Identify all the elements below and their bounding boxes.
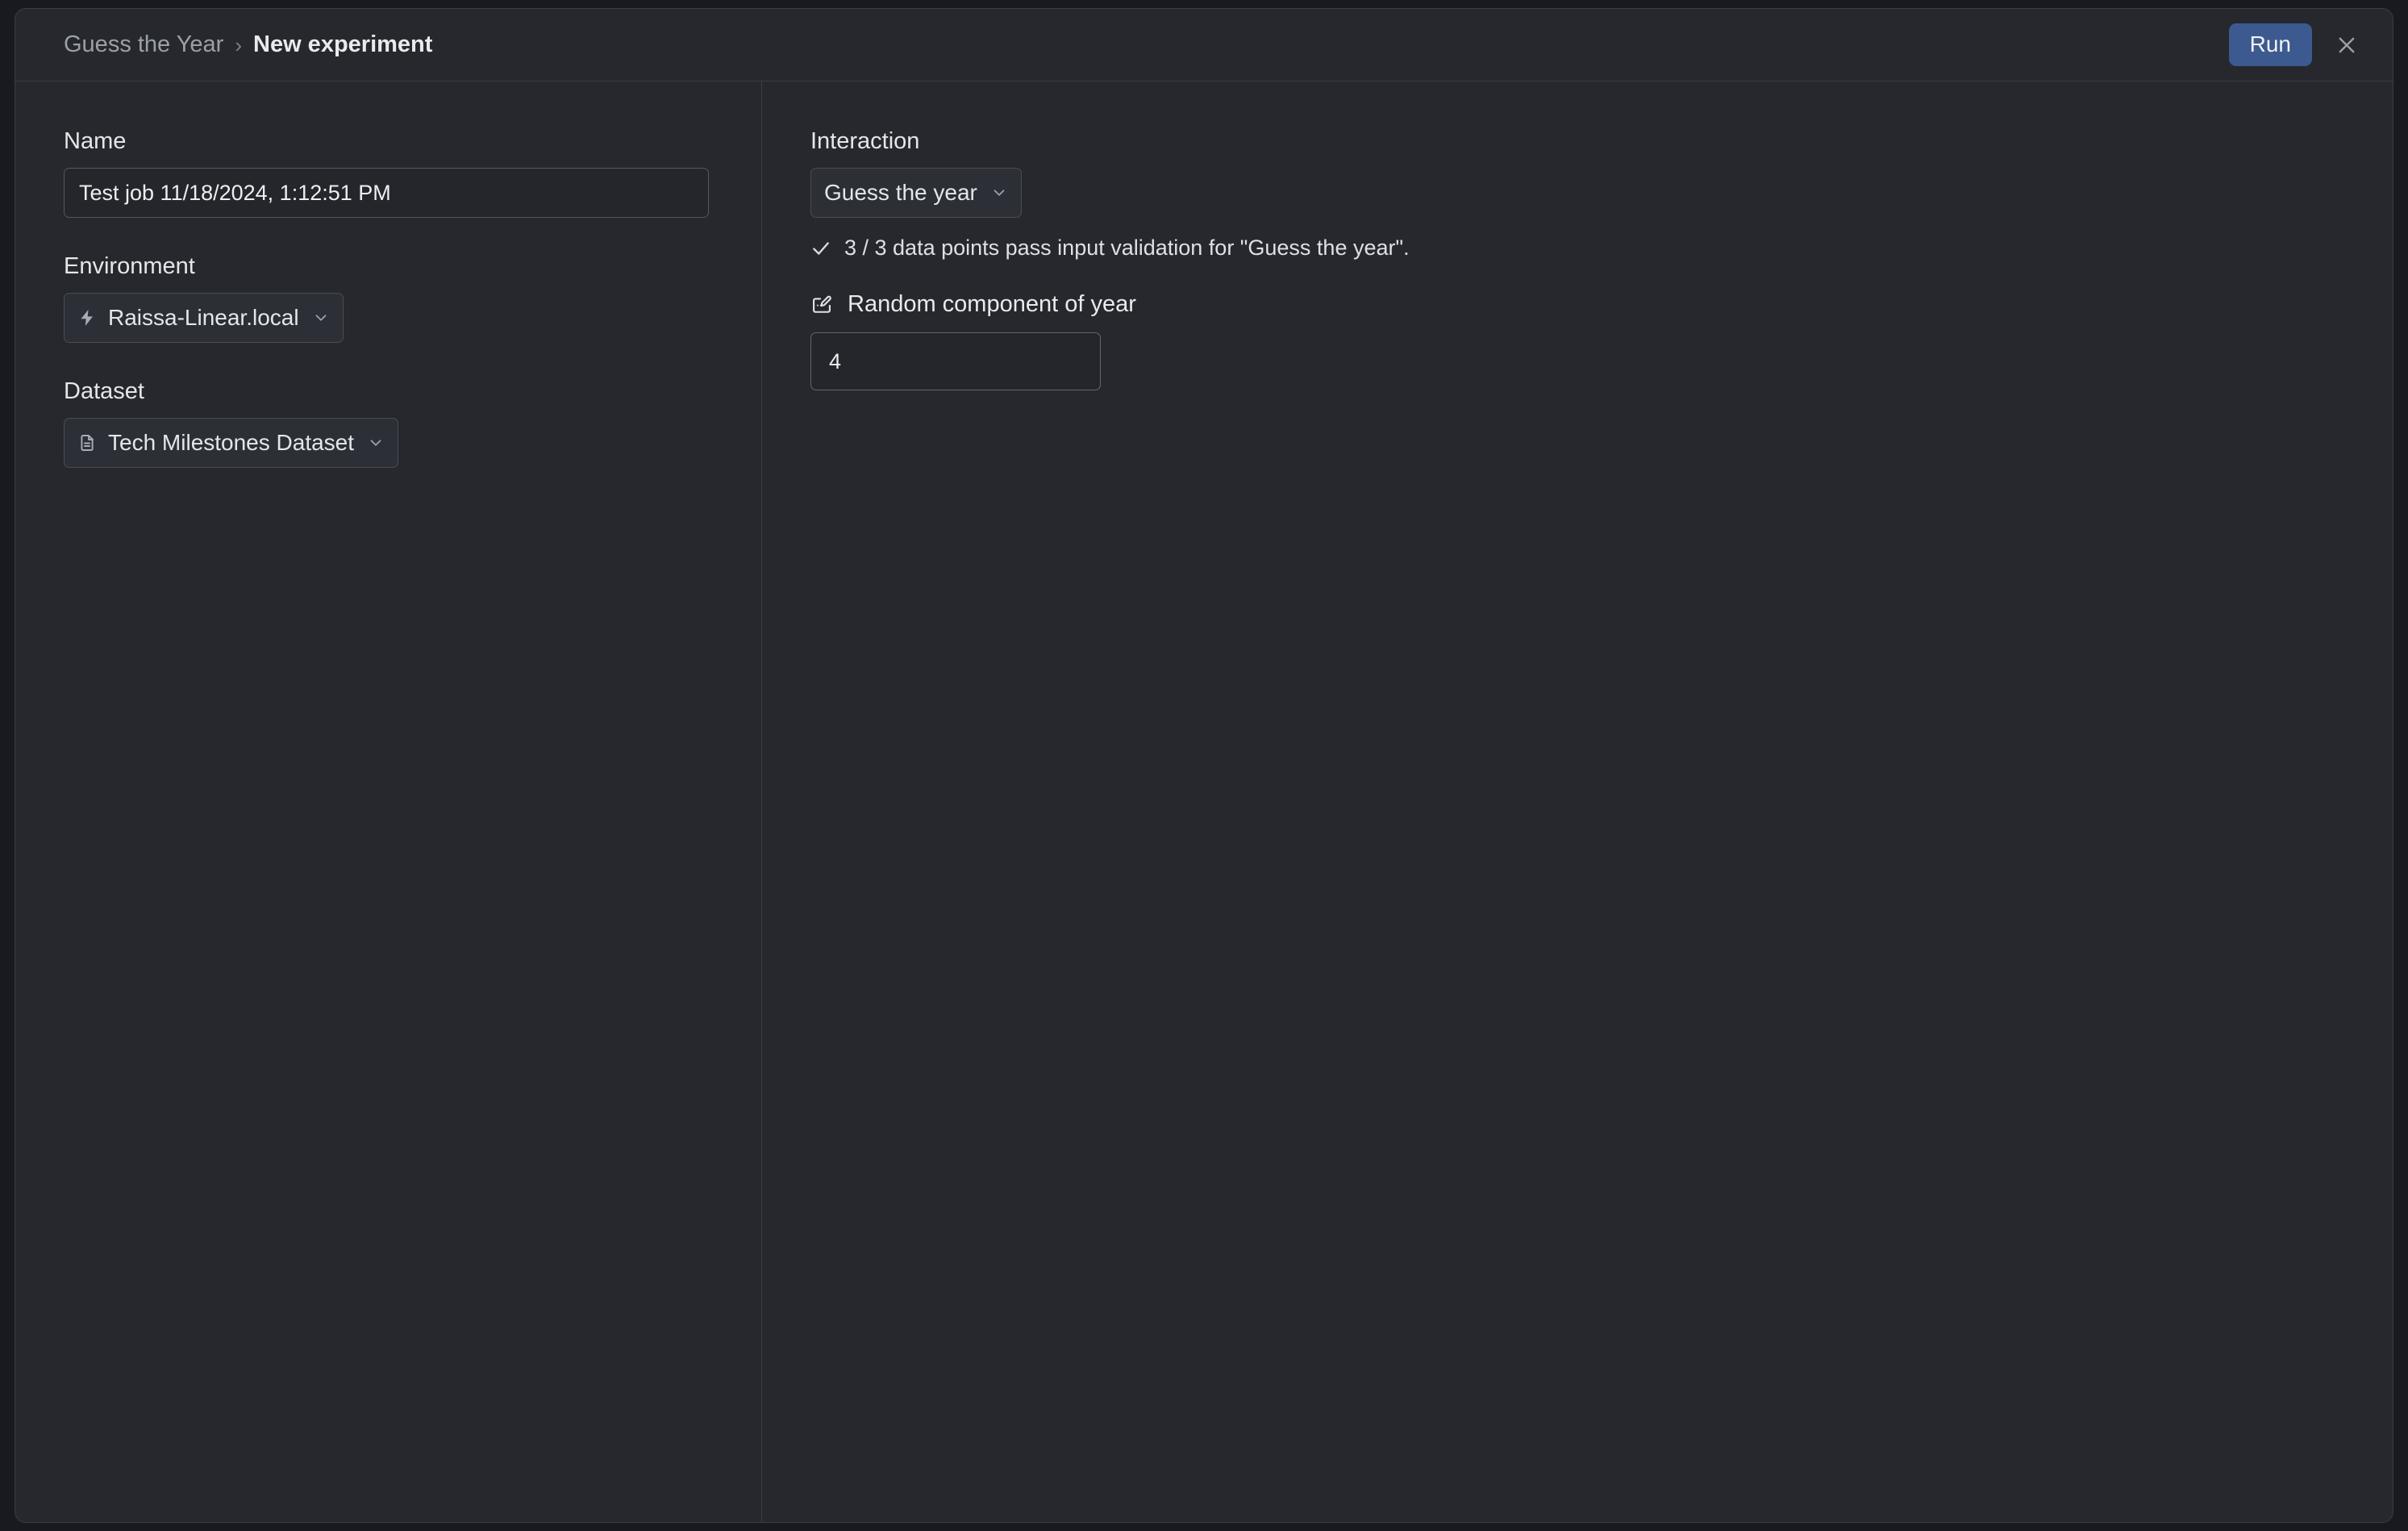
dialog-header: Guess the Year › New experiment Run [15, 9, 2393, 81]
dataset-field-label: Dataset [64, 378, 144, 404]
document-icon [77, 432, 97, 454]
interaction-dropdown-value: Guess the year [824, 180, 977, 205]
close-button[interactable] [2323, 22, 2370, 69]
chevron-down-icon [367, 434, 385, 452]
right-panel: Interaction Guess the year 3 / 3 data po… [762, 81, 2393, 1522]
parameter-header: Random component of year [810, 291, 2393, 318]
chevron-down-icon [312, 309, 330, 327]
dialog-body: Name Environment Raissa-Linear.local [15, 81, 2393, 1522]
interaction-field-label: Interaction [810, 128, 920, 154]
header-actions: Run [2228, 22, 2370, 69]
lightning-bolt-icon [77, 307, 97, 329]
experiment-dialog: Guess the Year › New experiment Run Name [15, 8, 2393, 1523]
dataset-field-group: Dataset Tech Milestones Dataset [64, 378, 761, 468]
run-button[interactable]: Run [2228, 23, 2312, 66]
environment-field-label: Environment [64, 253, 195, 279]
breadcrumb-root-link[interactable]: Guess the Year [64, 31, 223, 58]
parameter-group: Random component of year [810, 291, 2393, 390]
name-input[interactable] [64, 168, 709, 218]
close-icon [2335, 34, 2358, 56]
edit-input-icon [810, 294, 833, 316]
chevron-down-icon [990, 184, 1008, 202]
interaction-dropdown[interactable]: Guess the year [810, 168, 1022, 218]
environment-dropdown[interactable]: Raissa-Linear.local [64, 293, 344, 343]
validation-status: 3 / 3 data points pass input validation … [810, 236, 2393, 261]
parameter-value-input[interactable] [810, 332, 1101, 390]
chevron-right-icon: › [235, 32, 242, 57]
name-field-label: Name [64, 128, 127, 154]
left-panel: Name Environment Raissa-Linear.local [15, 81, 762, 1522]
breadcrumb: Guess the Year › New experiment [64, 31, 432, 58]
name-field-group: Name [64, 128, 761, 218]
environment-field-group: Environment Raissa-Linear.local [64, 253, 761, 343]
parameter-title: Random component of year [848, 291, 1136, 317]
environment-dropdown-value: Raissa-Linear.local [108, 305, 299, 330]
breadcrumb-current: New experiment [253, 31, 433, 57]
dataset-dropdown-value: Tech Milestones Dataset [108, 430, 355, 455]
interaction-field-group: Interaction Guess the year [810, 128, 2393, 218]
check-icon [810, 238, 831, 259]
validation-message: 3 / 3 data points pass input validation … [844, 236, 1410, 260]
dataset-dropdown[interactable]: Tech Milestones Dataset [64, 418, 399, 468]
